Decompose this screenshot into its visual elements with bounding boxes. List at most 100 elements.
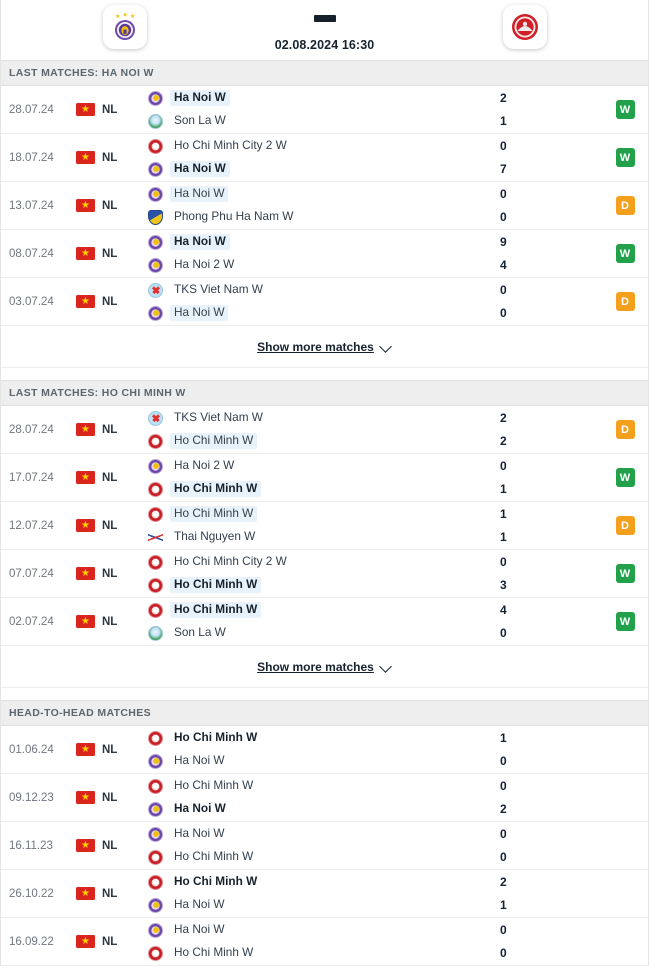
show-more-matches-button[interactable]: Show more matches: [257, 660, 392, 674]
flag-star-icon: ★: [81, 567, 90, 579]
away-team-name: Ho Chi Minh W: [174, 849, 254, 863]
hanoi-crest-icon: [148, 90, 163, 106]
result-cell: D: [602, 420, 648, 439]
away-team-line[interactable]: Ha Noi W: [148, 801, 482, 817]
scores-cell: 07: [482, 138, 602, 177]
home-team-line[interactable]: Ho Chi Minh W: [148, 506, 482, 522]
away-team-line[interactable]: Ho Chi Minh W: [148, 577, 482, 593]
match-row[interactable]: 16.09.22 ★ NL Ha Noi W Ho Chi Minh W00: [1, 918, 648, 966]
hanoi-crest-icon: [148, 753, 163, 769]
home-team-line[interactable]: Ho Chi Minh W: [148, 730, 482, 746]
match-row[interactable]: 03.07.24 ★ NL TKS Viet Nam W Ha Noi W00D: [1, 278, 648, 326]
hcm-crest-icon: [502, 5, 547, 49]
away-team-line[interactable]: Ho Chi Minh W: [148, 481, 482, 497]
match-date: 02.07.24: [9, 615, 54, 628]
league-label: NL: [102, 519, 118, 532]
away-team-line[interactable]: Ha Noi W: [148, 897, 482, 913]
away-score: 1: [500, 114, 507, 128]
home-team-line[interactable]: Ha Noi W: [148, 186, 482, 202]
teams-cell: Ho Chi Minh City 2 W Ha Noi W: [148, 138, 482, 177]
flag-star-icon: ★: [81, 791, 90, 803]
home-team-line[interactable]: Ho Chi Minh W: [148, 874, 482, 890]
teams-cell: Ha Noi W Ho Chi Minh W: [148, 922, 482, 961]
league-cell[interactable]: ★ NL: [76, 615, 148, 628]
hcm-crest-icon: [148, 433, 163, 449]
away-team-line[interactable]: Ho Chi Minh W: [148, 849, 482, 865]
home-team-line[interactable]: Ho Chi Minh W: [148, 778, 482, 794]
match-row[interactable]: 01.06.24 ★ NL Ho Chi Minh W Ha Noi W10: [1, 726, 648, 774]
home-team-badge-wrap[interactable]: ★ ★ ★: [20, 5, 230, 49]
teams-cell: Ha Noi W Ho Chi Minh W: [148, 826, 482, 865]
match-row[interactable]: 12.07.24 ★ NL Ho Chi Minh W Thai Nguyen W11D: [1, 502, 648, 550]
away-team-line[interactable]: Ho Chi Minh W: [148, 433, 482, 449]
away-team-line[interactable]: Phong Phu Ha Nam W: [148, 209, 482, 225]
home-team-line[interactable]: Ho Chi Minh W: [148, 602, 482, 618]
match-row[interactable]: 09.12.23 ★ NL Ho Chi Minh W Ha Noi W02: [1, 774, 648, 822]
show-more-matches-button[interactable]: Show more matches: [257, 340, 392, 354]
teams-cell: Ho Chi Minh W Son La W: [148, 602, 482, 641]
league-cell[interactable]: ★ NL: [76, 839, 148, 852]
away-score: 2: [500, 434, 507, 448]
show-more-wrap: Show more matches: [1, 326, 648, 368]
section-header-last-matches-ha-noi-w: LAST MATCHES: HA NOI W: [1, 60, 648, 86]
match-row[interactable]: 18.07.24 ★ NL Ho Chi Minh City 2 W Ha Noi W 0…: [1, 134, 648, 182]
home-team-line[interactable]: Ho Chi Minh City 2 W: [148, 138, 482, 154]
result-badge: W: [615, 564, 635, 583]
away-team-line[interactable]: Son La W: [148, 625, 482, 641]
away-team-line[interactable]: Ha Noi W: [148, 305, 482, 321]
away-team-name: Thai Nguyen W: [174, 529, 256, 543]
away-team-line[interactable]: Thai Nguyen W: [148, 529, 482, 545]
home-team-name: Ha Noi W: [170, 90, 230, 106]
home-team-line[interactable]: Ho Chi Minh City 2 W: [148, 554, 482, 570]
away-team-line[interactable]: Ha Noi 2 W: [148, 257, 482, 273]
league-cell[interactable]: ★ NL: [76, 295, 148, 308]
home-team-line[interactable]: Ha Noi W: [148, 90, 482, 106]
match-row[interactable]: 13.07.24 ★ NL Ha Noi W Phong Phu Ha Nam W00D: [1, 182, 648, 230]
away-team-line[interactable]: Ho Chi Minh W: [148, 945, 482, 961]
away-team-badge-wrap[interactable]: [420, 5, 630, 49]
home-team-line[interactable]: Ha Noi W: [148, 234, 482, 250]
vietnam-flag-icon: ★: [76, 615, 95, 628]
teams-cell: Ho Chi Minh W Thai Nguyen W: [148, 506, 482, 545]
thainguyen-crest-icon: [148, 529, 163, 545]
home-score: 2: [500, 91, 507, 105]
league-cell[interactable]: ★ NL: [76, 935, 148, 948]
away-score: 1: [500, 530, 507, 544]
match-row[interactable]: 02.07.24 ★ NL Ho Chi Minh W Son La W40W: [1, 598, 648, 646]
match-row[interactable]: 17.07.24 ★ NL Ha Noi 2 W Ho Chi Minh W01W: [1, 454, 648, 502]
match-row[interactable]: 07.07.24 ★ NL Ho Chi Minh City 2 W Ho Chi Mi…: [1, 550, 648, 598]
away-team-name: Ho Chi Minh W: [170, 481, 262, 497]
match-row[interactable]: 28.07.24 ★ NL Ha Noi W Son La W21W: [1, 86, 648, 134]
league-cell[interactable]: ★ NL: [76, 887, 148, 900]
league-cell[interactable]: ★ NL: [76, 199, 148, 212]
match-row[interactable]: 08.07.24 ★ NL Ha Noi W Ha Noi 2 W94W: [1, 230, 648, 278]
home-team-line[interactable]: Ha Noi 2 W: [148, 458, 482, 474]
away-team-line[interactable]: Ha Noi W: [148, 161, 482, 177]
away-team-line[interactable]: Son La W: [148, 113, 482, 129]
home-team-name: Ho Chi Minh City 2 W: [174, 138, 287, 152]
hanoi-crest-icon: ★ ★ ★: [102, 5, 147, 49]
flag-star-icon: ★: [81, 151, 90, 163]
league-cell[interactable]: ★ NL: [76, 247, 148, 260]
match-row[interactable]: 26.10.22 ★ NL Ho Chi Minh W Ha Noi W21: [1, 870, 648, 918]
match-date: 28.07.24: [9, 423, 54, 436]
league-cell[interactable]: ★ NL: [76, 519, 148, 532]
league-cell[interactable]: ★ NL: [76, 791, 148, 804]
league-cell[interactable]: ★ NL: [76, 471, 148, 484]
league-cell[interactable]: ★ NL: [76, 567, 148, 580]
hcm-crest-icon: [148, 481, 163, 497]
home-team-line[interactable]: Ha Noi W: [148, 826, 482, 842]
home-team-line[interactable]: TKS Viet Nam W: [148, 282, 482, 298]
home-team-line[interactable]: TKS Viet Nam W: [148, 410, 482, 426]
league-cell[interactable]: ★ NL: [76, 151, 148, 164]
league-cell[interactable]: ★ NL: [76, 423, 148, 436]
league-cell[interactable]: ★ NL: [76, 743, 148, 756]
away-score: 3: [500, 578, 507, 592]
vietnam-flag-icon: ★: [76, 743, 95, 756]
league-cell[interactable]: ★ NL: [76, 103, 148, 116]
away-team-line[interactable]: Ha Noi W: [148, 753, 482, 769]
result-cell: W: [602, 100, 648, 119]
match-row[interactable]: 16.11.23 ★ NL Ha Noi W Ho Chi Minh W00: [1, 822, 648, 870]
match-row[interactable]: 28.07.24 ★ NL TKS Viet Nam W Ho Chi Minh W22…: [1, 406, 648, 454]
home-team-line[interactable]: Ha Noi W: [148, 922, 482, 938]
